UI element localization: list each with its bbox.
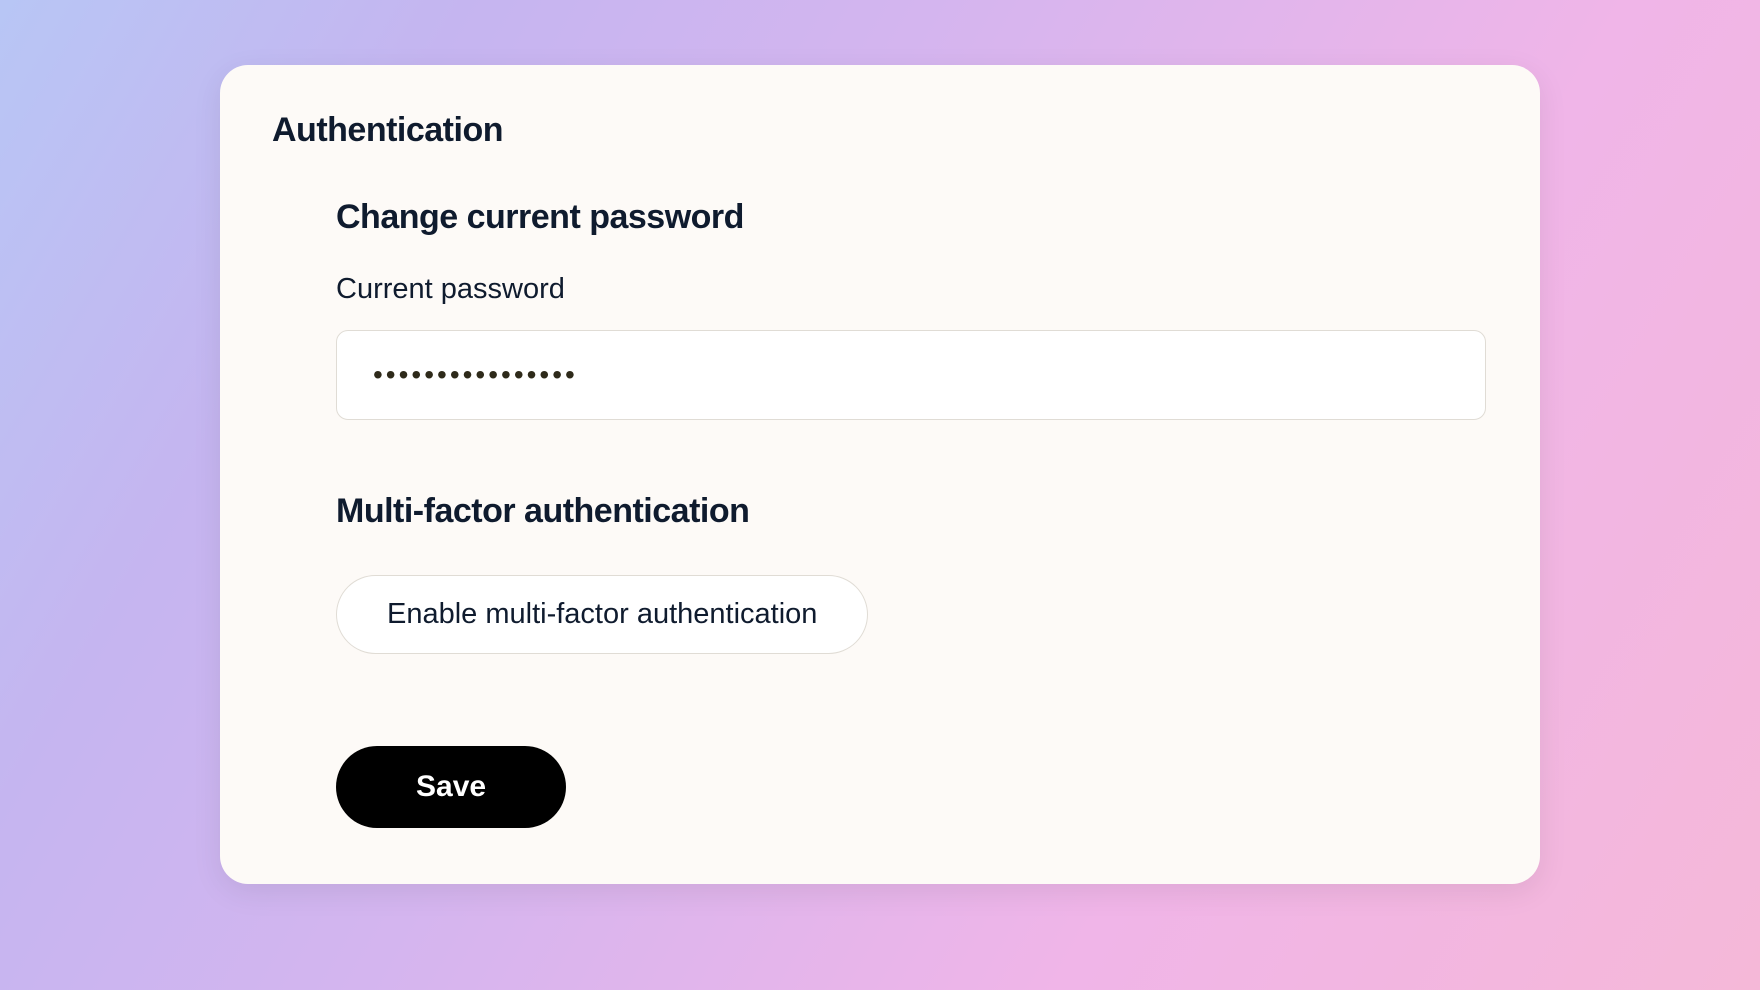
change-password-heading: Change current password [336,198,1488,237]
save-button[interactable]: Save [336,746,566,828]
mfa-heading: Multi-factor authentication [336,492,1488,531]
current-password-input[interactable] [336,330,1486,420]
enable-mfa-button[interactable]: Enable multi-factor authentication [336,575,868,654]
mfa-section: Multi-factor authentication Enable multi… [336,492,1488,654]
page-title: Authentication [272,111,1488,150]
current-password-label: Current password [336,273,1488,306]
change-password-section: Change current password Current password… [272,198,1488,828]
authentication-card: Authentication Change current password C… [220,65,1540,884]
